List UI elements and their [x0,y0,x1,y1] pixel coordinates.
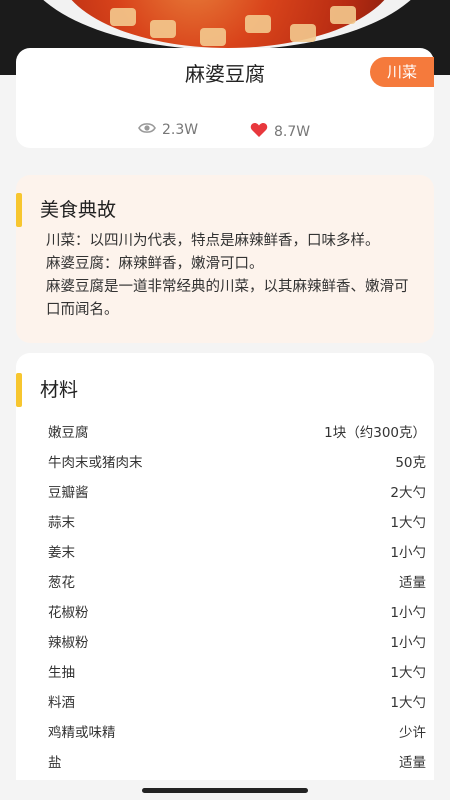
home-indicator[interactable] [142,788,308,793]
material-row: 花椒粉 1小勺 [48,595,426,625]
material-row: 盐 适量 [48,745,426,775]
material-name: 花椒粉 [48,605,89,621]
story-line: 口而闻名。 [46,302,119,318]
material-name: 鸡精或味精 [48,725,116,741]
section-accent-bar [16,373,22,407]
story-line: 麻婆豆腐：麻辣鲜香，嫩滑可口。 [46,256,264,272]
material-name: 姜末 [48,545,75,561]
story-line: 川菜：以四川为代表，特点是麻辣鲜香，口味多样。 [46,233,380,249]
tofu-piece [245,15,271,33]
food-story-card: 美食典故 川菜：以四川为代表，特点是麻辣鲜香，口味多样。 麻婆豆腐：麻辣鲜香，嫩… [16,175,434,343]
material-row: 豆瓣酱 2大勺 [48,475,426,505]
material-name: 豆瓣酱 [48,485,89,501]
dish-stats: 2.3W 8.7W [16,122,434,142]
material-amount: 2大勺 [390,485,426,501]
likes-count: 8.7W [274,124,311,140]
eye-icon [138,122,156,138]
material-amount: 1块（约300克） [324,425,426,441]
materials-card: 材料 嫩豆腐 1块（约300克） 牛肉末或猪肉末 50克 豆瓣酱 2大勺 蒜末 … [16,353,434,793]
likes-stat[interactable]: 8.7W [250,122,310,142]
material-amount: 少许 [399,725,426,741]
tofu-piece [330,6,356,24]
tofu-piece [290,24,316,42]
materials-title: 材料 [40,379,79,401]
story-line: 麻婆豆腐是一道非常经典的川菜，以其麻辣鲜香、嫩滑可 [46,279,409,295]
material-name: 蒜末 [48,515,75,531]
story-title: 美食典故 [40,199,117,221]
material-row: 料酒 1大勺 [48,685,426,715]
material-amount: 1大勺 [390,665,426,681]
material-row: 姜末 1小勺 [48,535,426,565]
material-row: 葱花 适量 [48,565,426,595]
material-row: 生抽 1大勺 [48,655,426,685]
tofu-piece [150,20,176,38]
material-amount: 适量 [399,755,426,771]
section-accent-bar [16,193,22,227]
material-row: 辣椒粉 1小勺 [48,625,426,655]
tofu-piece [110,8,136,26]
material-name: 嫩豆腐 [48,425,89,441]
material-amount: 适量 [399,575,426,591]
material-amount: 1小勺 [390,605,426,621]
material-row: 蒜末 1大勺 [48,505,426,535]
material-amount: 1小勺 [390,545,426,561]
material-row: 牛肉末或猪肉末 50克 [48,445,426,475]
material-amount: 1大勺 [390,515,426,531]
views-count: 2.3W [162,122,199,138]
material-name: 葱花 [48,575,75,591]
material-name: 辣椒粉 [48,635,89,651]
material-name: 料酒 [48,695,75,711]
material-amount: 1大勺 [390,695,426,711]
cuisine-tag[interactable]: 川菜 [370,57,434,87]
dish-info-card: 麻婆豆腐 川菜 2.3W 8.7W [16,48,434,148]
material-amount: 50克 [395,455,426,471]
material-name: 盐 [48,755,62,771]
material-name: 生抽 [48,665,75,681]
tofu-piece [200,28,226,46]
material-amount: 1小勺 [390,635,426,651]
heart-icon[interactable] [250,122,268,142]
views-stat: 2.3W [138,122,198,138]
material-name: 牛肉末或猪肉末 [48,455,143,471]
material-row: 鸡精或味精 少许 [48,715,426,745]
story-text: 川菜：以四川为代表，特点是麻辣鲜香，口味多样。 麻婆豆腐：麻辣鲜香，嫩滑可口。 … [46,230,426,322]
material-row: 嫩豆腐 1块（约300克） [48,415,426,445]
